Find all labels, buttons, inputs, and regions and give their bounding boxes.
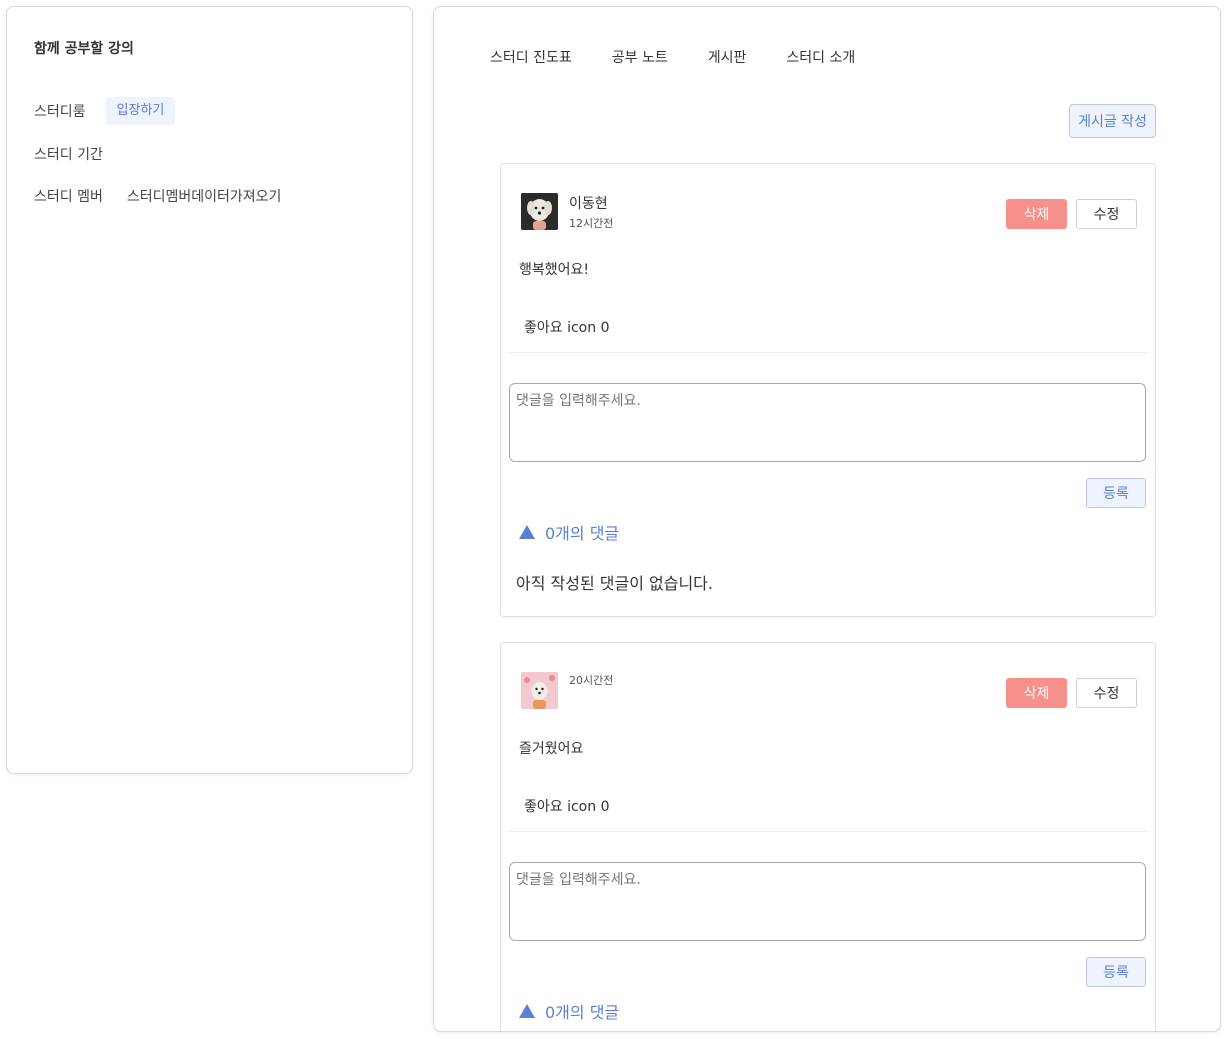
- post-content: 행복했어요!: [519, 262, 590, 278]
- no-comments-message: 아직 작성된 댓글이 없습니다.: [516, 574, 713, 593]
- post-content: 즐거웠어요: [519, 741, 584, 757]
- study-member-row: 스터디 멤버 스터디멤버데이터가져오기: [34, 186, 281, 206]
- study-room-label: 스터디룸: [34, 104, 86, 120]
- post-time: 20시간전: [569, 674, 614, 687]
- study-room-row: 스터디룸 입장하기: [34, 97, 176, 125]
- avatar: [521, 193, 558, 230]
- study-period-label: 스터디 기간: [34, 147, 103, 163]
- comment-count: 0개의 댓글: [545, 1003, 620, 1022]
- triangle-up-icon: [519, 525, 535, 539]
- study-period-row: 스터디 기간: [34, 144, 103, 164]
- post-time: 12시간전: [569, 217, 614, 230]
- avatar: [521, 672, 558, 709]
- submit-comment-button[interactable]: 등록: [1086, 957, 1146, 987]
- comment-toggle[interactable]: 0개의 댓글: [519, 520, 619, 544]
- delete-post-button[interactable]: 삭제: [1006, 678, 1067, 708]
- study-member-value: 스터디멤버데이터가져오기: [126, 189, 282, 205]
- enter-room-button[interactable]: 입장하기: [105, 97, 176, 125]
- post-card: 이동현 12시간전 삭제 수정 행복했어요! 좋아요 icon 0 등록 0개의…: [500, 163, 1156, 617]
- write-post-button[interactable]: 게시글 작성: [1069, 104, 1156, 138]
- study-info-panel: 함께 공부할 강의 스터디룸 입장하기 스터디 기간 스터디 멤버 스터디멤버데…: [6, 6, 413, 774]
- tab-study-note[interactable]: 공부 노트: [612, 47, 668, 67]
- tab-introduction[interactable]: 스터디 소개: [786, 47, 855, 67]
- delete-post-button[interactable]: 삭제: [1006, 199, 1067, 229]
- tab-progress[interactable]: 스터디 진도표: [490, 47, 572, 67]
- board-panel: 스터디 진도표 공부 노트 게시판 스터디 소개 게시글 작성 이동현 12시간…: [433, 6, 1221, 1032]
- triangle-up-icon: [519, 1004, 535, 1018]
- comment-toggle[interactable]: 0개의 댓글: [519, 999, 619, 1023]
- post-author: 이동현: [569, 196, 608, 212]
- edit-post-button[interactable]: 수정: [1076, 199, 1137, 229]
- comment-input[interactable]: [509, 383, 1146, 462]
- study-member-label: 스터디 멤버: [34, 189, 103, 205]
- like-button[interactable]: 좋아요 icon 0: [524, 317, 609, 337]
- study-tabs: 스터디 진도표 공부 노트 게시판 스터디 소개: [490, 47, 895, 67]
- divider: [509, 352, 1147, 353]
- divider: [509, 831, 1147, 832]
- comment-count: 0개의 댓글: [545, 524, 620, 543]
- post-card: 20시간전 삭제 수정 즐거웠어요 좋아요 icon 0 등록 0개의 댓글: [500, 642, 1156, 1031]
- submit-comment-button[interactable]: 등록: [1086, 478, 1146, 508]
- tab-board[interactable]: 게시판: [708, 47, 747, 67]
- comment-input[interactable]: [509, 862, 1146, 941]
- like-button[interactable]: 좋아요 icon 0: [524, 796, 609, 816]
- lecture-title: 함께 공부할 강의: [34, 41, 134, 57]
- edit-post-button[interactable]: 수정: [1076, 678, 1137, 708]
